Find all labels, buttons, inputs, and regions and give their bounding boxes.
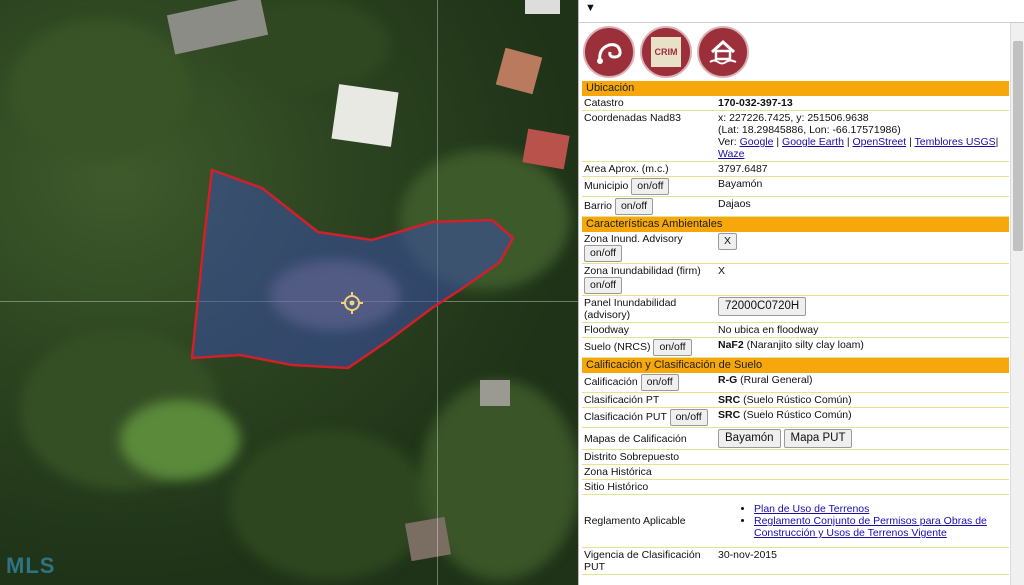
table-row: Floodway No ubica en floodway xyxy=(582,322,1009,338)
catastro-value: 170-032-397-13 xyxy=(718,97,793,109)
barrio-label: Barrio xyxy=(584,200,613,212)
section-calificacion: Calificación y Clasificación de Suelo xyxy=(582,358,1009,373)
table-row: Zona Inundabilidad (firm) on/off X xyxy=(582,263,1009,296)
panel-inund-button[interactable]: 72000C0720H xyxy=(718,297,807,316)
view-links: Ver: Google | Google Earth | OpenStreet … xyxy=(718,136,999,160)
panel-content: CRIM Ubicación Catastro 170-032-397-13 C… xyxy=(579,23,1009,585)
link-google[interactable]: Google xyxy=(740,136,774,148)
municipio-label: Municipio xyxy=(584,180,629,192)
mapas-put-button[interactable]: Mapa PUT xyxy=(783,429,853,448)
table-row: Clasificación PUT on/off SRC (Suelo Rúst… xyxy=(582,407,1009,428)
ubicacion-table: Catastro 170-032-397-13 Coordenadas Nad8… xyxy=(582,96,1009,217)
zona-firm-value: X xyxy=(716,263,1009,296)
share-link-icon[interactable] xyxy=(583,26,635,78)
panel-topbar: ▼ xyxy=(579,0,1024,23)
suelo-code: NaF2 xyxy=(718,339,744,351)
calif-desc: (Rural General) xyxy=(740,374,813,386)
table-row: Zona Histórica xyxy=(582,464,1009,480)
map-view[interactable]: MLS xyxy=(0,0,578,585)
area-label: Area Aprox. (m.c.) xyxy=(582,161,716,177)
barrio-onoff-button[interactable]: on/off xyxy=(614,198,654,215)
table-row: Clasificación PT SRC (Suelo Rústico Comú… xyxy=(582,392,1009,408)
clas-put-label: Clasificación PUT xyxy=(584,411,667,423)
suelo-onoff-button[interactable]: on/off xyxy=(653,339,692,356)
coords-latlon: (Lat: 18.29845886, Lon: -66.17571986) xyxy=(718,124,901,136)
link-reglamento-conjunto[interactable]: Reglamento Conjunto de Permisos para Obr… xyxy=(754,515,987,539)
coords-label: Coordenadas Nad83 xyxy=(582,110,716,162)
mapas-label: Mapas de Calificación xyxy=(582,427,716,450)
reglamento-list: Plan de Uso de Terrenos Reglamento Conju… xyxy=(718,503,1007,539)
link-waze[interactable]: Waze xyxy=(718,148,744,160)
calif-onoff-button[interactable]: on/off xyxy=(640,374,679,391)
table-row: Vigencia de Clasificación PUT 30-nov-201… xyxy=(582,547,1009,575)
table-row: Coordenadas Nad83 x: 227226.7425, y: 251… xyxy=(582,110,1009,162)
table-row: Distrito Sobrepuesto xyxy=(582,449,1009,465)
suelo-label: Suelo (NRCS) xyxy=(584,341,651,353)
table-row: Mapas de Calificación Bayamón Mapa PUT xyxy=(582,427,1009,450)
table-row: Calificación on/off R-G (Rural General) xyxy=(582,373,1009,393)
parcel-overlay xyxy=(190,168,515,370)
zona-firm-label: Zona Inundabilidad (firm) xyxy=(584,265,701,277)
link-openstreet[interactable]: OpenStreet xyxy=(852,136,906,148)
section-ubicacion: Ubicación xyxy=(582,81,1009,96)
table-row: Suelo (NRCS) on/off NaF2 (Naranjito silt… xyxy=(582,337,1009,358)
zona-adv-x-button[interactable]: X xyxy=(718,233,738,250)
logo-row: CRIM xyxy=(579,23,1009,81)
link-plan-uso-terrenos[interactable]: Plan de Uso de Terrenos xyxy=(754,503,869,515)
calif-code: R-G xyxy=(718,374,738,386)
table-row: Area Aprox. (m.c.) 3797.6487 xyxy=(582,161,1009,177)
link-temblores-usgs[interactable]: Temblores USGS xyxy=(915,136,996,148)
clas-pt-desc: (Suelo Rústico Común) xyxy=(743,394,852,406)
floodway-value: No ubica en floodway xyxy=(716,322,1009,338)
mapas-bayamon-button[interactable]: Bayamón xyxy=(718,429,781,448)
list-item: Plan de Uso de Terrenos xyxy=(754,503,1007,515)
table-row: Municipio on/off Bayamón xyxy=(582,176,1009,197)
calif-label: Calificación xyxy=(584,376,638,388)
clas-put-onoff-button[interactable]: on/off xyxy=(669,409,708,426)
clas-put-code: SRC xyxy=(718,409,741,421)
info-panel: ▼ CRIM Ubicación Catastro 170-032-397-13… xyxy=(578,0,1024,585)
scrollbar-thumb[interactable] xyxy=(1013,41,1023,251)
dropdown-arrow-icon[interactable]: ▼ xyxy=(585,2,596,14)
parcel-polygon[interactable] xyxy=(190,168,515,370)
table-row: Sitio Histórico xyxy=(582,479,1009,495)
area-value: 3797.6487 xyxy=(716,161,1009,177)
floodway-label: Floodway xyxy=(582,322,716,338)
section-ambientales: Características Ambientales xyxy=(582,217,1009,232)
clas-pt-code: SRC xyxy=(718,394,741,406)
ambientales-table: Zona Inund. Advisory on/off X Zona Inund… xyxy=(582,232,1009,358)
flood-house-icon[interactable] xyxy=(697,26,749,78)
distrito-label: Distrito Sobrepuesto xyxy=(582,449,716,465)
municipio-value: Bayamón xyxy=(716,176,1009,197)
municipio-onoff-button[interactable]: on/off xyxy=(631,178,670,195)
link-google-earth[interactable]: Google Earth xyxy=(782,136,844,148)
vigencia-label: Vigencia de Clasificación PUT xyxy=(582,547,716,575)
catastro-label: Catastro xyxy=(582,96,716,111)
ver-prefix: Ver: xyxy=(718,136,737,148)
coords-xy: x: 227226.7425, y: 251506.9638 xyxy=(718,112,869,124)
table-row: Barrio on/off Dajaos xyxy=(582,196,1009,217)
clas-pt-label: Clasificación PT xyxy=(582,392,716,408)
list-item: Reglamento Conjunto de Permisos para Obr… xyxy=(754,515,1007,539)
sitio-hist-label: Sitio Histórico xyxy=(582,479,716,495)
zona-firm-onoff-button[interactable]: on/off xyxy=(584,277,623,294)
table-row: Reglamento Aplicable Plan de Uso de Terr… xyxy=(582,494,1009,548)
barrio-value: Dajaos xyxy=(716,196,1009,217)
zona-adv-label: Zona Inund. Advisory xyxy=(584,233,683,245)
panel-scrollbar[interactable] xyxy=(1010,23,1024,585)
table-row: Zona Inund. Advisory on/off X xyxy=(582,232,1009,264)
calificacion-table: Calificación on/off R-G (Rural General) … xyxy=(582,373,1009,575)
zona-hist-label: Zona Histórica xyxy=(582,464,716,480)
panel-inund-label: Panel Inundabilidad (advisory) xyxy=(582,295,716,323)
table-row: Catastro 170-032-397-13 xyxy=(582,96,1009,111)
watermark-logo: MLS xyxy=(6,553,56,578)
crim-logo-icon[interactable]: CRIM xyxy=(640,26,692,78)
vigencia-value: 30-nov-2015 xyxy=(716,547,1009,575)
zona-adv-onoff-button[interactable]: on/off xyxy=(584,245,623,262)
reglamento-label: Reglamento Aplicable xyxy=(582,494,716,548)
clas-put-desc: (Suelo Rústico Común) xyxy=(743,409,852,421)
crim-logo-text: CRIM xyxy=(651,37,681,67)
suelo-desc: (Naranjito silty clay loam) xyxy=(746,339,864,351)
table-row: Panel Inundabilidad (advisory) 72000C072… xyxy=(582,295,1009,323)
